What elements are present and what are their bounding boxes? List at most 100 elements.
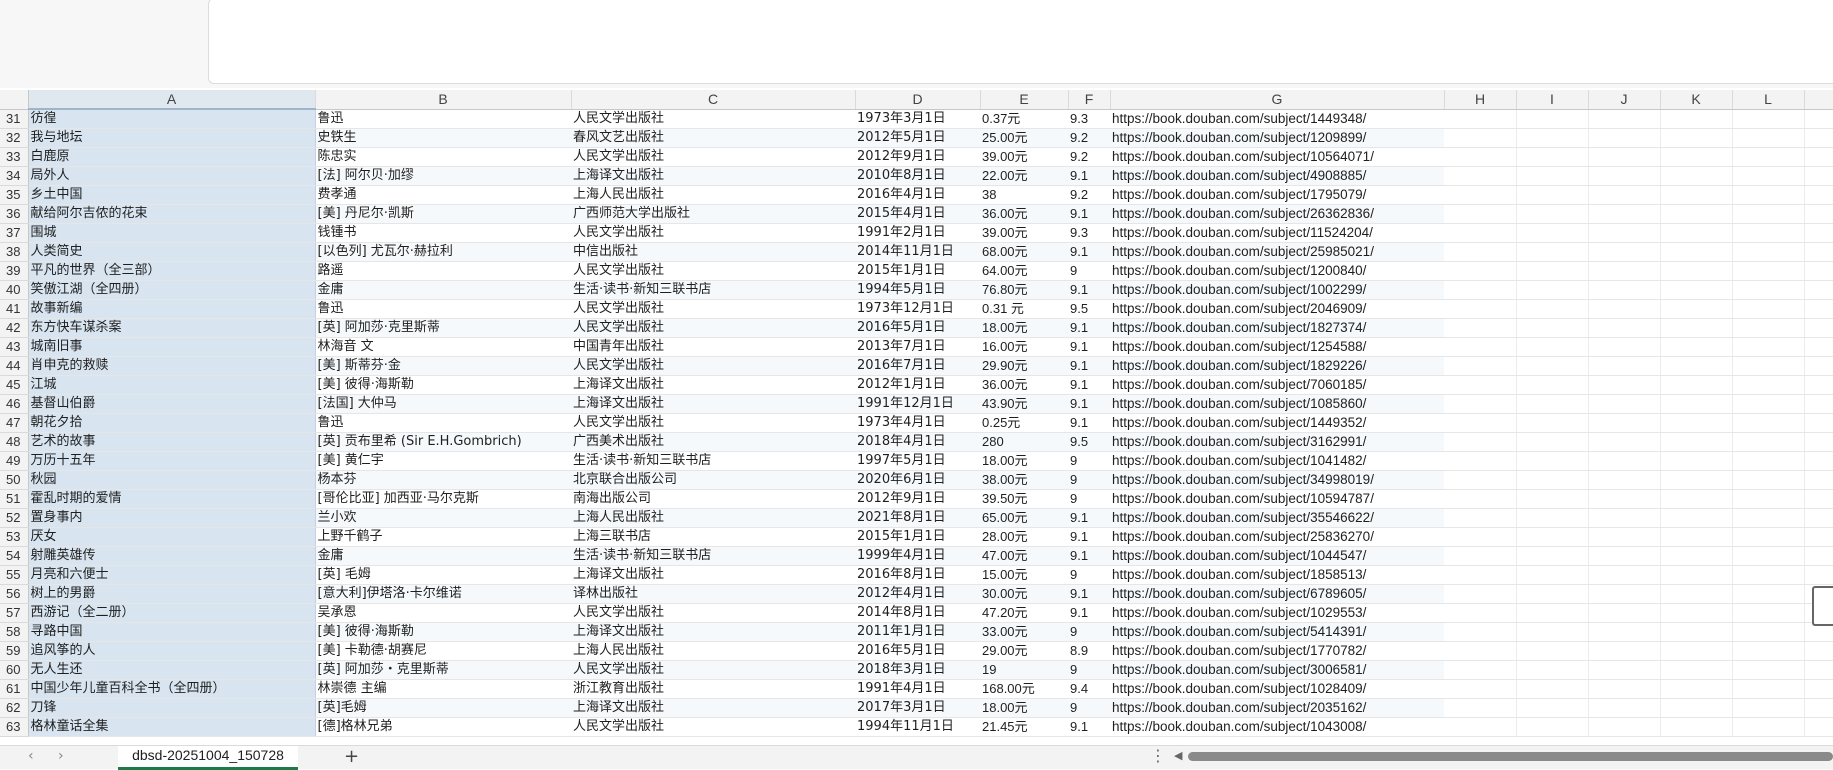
publisher-cell[interactable]: 译林出版社 [571, 584, 855, 604]
empty-cell[interactable] [1516, 413, 1589, 433]
column-header-extra[interactable] [1804, 90, 1833, 110]
row-number[interactable]: 31 [0, 109, 29, 129]
empty-cell[interactable] [1444, 527, 1517, 547]
author-cell[interactable]: [英] 阿加莎・克里斯蒂 [315, 660, 571, 680]
row-number[interactable]: 45 [0, 375, 29, 395]
empty-cell[interactable] [1588, 622, 1661, 642]
empty-cell[interactable] [1516, 299, 1589, 319]
rating-cell[interactable]: 9.2 [1068, 185, 1110, 205]
url-cell[interactable]: https://book.douban.com/subject/1200840/ [1110, 261, 1444, 281]
sheet-tab-active[interactable]: dbsd-20251004_150728 [118, 746, 298, 770]
empty-cell[interactable] [1444, 470, 1517, 490]
empty-cell[interactable] [1444, 356, 1517, 376]
price-cell[interactable]: 39.00元 [980, 147, 1068, 167]
row-number[interactable]: 50 [0, 470, 29, 490]
empty-cell[interactable] [1732, 546, 1805, 566]
url-cell[interactable]: https://book.douban.com/subject/1449352/ [1110, 413, 1444, 433]
author-cell[interactable]: 兰小欢 [315, 508, 571, 528]
author-cell[interactable]: 钱锺书 [315, 223, 571, 243]
empty-cell[interactable] [1588, 394, 1661, 414]
title-cell[interactable]: 围城 [28, 223, 316, 243]
empty-cell[interactable] [1732, 147, 1805, 167]
empty-cell[interactable] [1444, 185, 1517, 205]
url-cell[interactable]: https://book.douban.com/subject/6789605/ [1110, 584, 1444, 604]
empty-cell[interactable] [1444, 128, 1517, 148]
empty-cell[interactable] [1588, 375, 1661, 395]
price-cell[interactable]: 29.00元 [980, 641, 1068, 661]
rating-cell[interactable]: 9 [1068, 261, 1110, 281]
title-cell[interactable]: 刀锋 [28, 698, 316, 718]
empty-cell[interactable] [1444, 622, 1517, 642]
rating-cell[interactable]: 9.4 [1068, 679, 1110, 699]
empty-cell[interactable] [1588, 413, 1661, 433]
empty-cell[interactable] [1804, 698, 1833, 718]
rating-cell[interactable]: 9 [1068, 470, 1110, 490]
url-cell[interactable]: https://book.douban.com/subject/1028409/ [1110, 679, 1444, 699]
more-options-icon[interactable]: ⋮ [1150, 746, 1166, 765]
empty-cell[interactable] [1444, 603, 1517, 623]
url-cell[interactable]: https://book.douban.com/subject/4908885/ [1110, 166, 1444, 186]
title-cell[interactable]: 故事新编 [28, 299, 316, 319]
empty-cell[interactable] [1660, 280, 1733, 300]
column-header-k[interactable]: K [1660, 90, 1733, 110]
empty-cell[interactable] [1660, 546, 1733, 566]
publisher-cell[interactable]: 南海出版公司 [571, 489, 855, 509]
author-cell[interactable]: [意大利]伊塔洛·卡尔维诺 [315, 584, 571, 604]
author-cell[interactable]: [英]毛姆 [315, 698, 571, 718]
price-cell[interactable]: 47.20元 [980, 603, 1068, 623]
author-cell[interactable]: 林海音 文 [315, 337, 571, 357]
empty-cell[interactable] [1516, 432, 1589, 452]
empty-cell[interactable] [1588, 299, 1661, 319]
empty-cell[interactable] [1516, 280, 1589, 300]
title-cell[interactable]: 我与地坛 [28, 128, 316, 148]
date-cell[interactable]: 1991年4月1日 [855, 679, 980, 699]
empty-cell[interactable] [1660, 375, 1733, 395]
column-header-d[interactable]: D [855, 90, 981, 110]
next-sheet-icon[interactable]: › [58, 748, 64, 764]
publisher-cell[interactable]: 人民文学出版社 [571, 147, 855, 167]
price-cell[interactable]: 18.00元 [980, 318, 1068, 338]
empty-cell[interactable] [1804, 318, 1833, 338]
title-cell[interactable]: 献给阿尔吉侬的花束 [28, 204, 316, 224]
date-cell[interactable]: 2020年6月1日 [855, 470, 980, 490]
rating-cell[interactable]: 9 [1068, 660, 1110, 680]
empty-cell[interactable] [1660, 337, 1733, 357]
column-header-h[interactable]: H [1444, 90, 1517, 110]
url-cell[interactable]: https://book.douban.com/subject/2046909/ [1110, 299, 1444, 319]
empty-cell[interactable] [1804, 660, 1833, 680]
author-cell[interactable]: 费孝通 [315, 185, 571, 205]
empty-cell[interactable] [1732, 679, 1805, 699]
empty-cell[interactable] [1516, 546, 1589, 566]
price-cell[interactable]: 0.37元 [980, 109, 1068, 129]
empty-cell[interactable] [1588, 451, 1661, 471]
author-cell[interactable]: [英] 阿加莎·克里斯蒂 [315, 318, 571, 338]
url-cell[interactable]: https://book.douban.com/subject/1449348/ [1110, 109, 1444, 129]
empty-cell[interactable] [1444, 413, 1517, 433]
empty-cell[interactable] [1444, 147, 1517, 167]
date-cell[interactable]: 2012年4月1日 [855, 584, 980, 604]
empty-cell[interactable] [1516, 394, 1589, 414]
url-cell[interactable]: https://book.douban.com/subject/10594787… [1110, 489, 1444, 509]
price-cell[interactable]: 36.00元 [980, 204, 1068, 224]
url-cell[interactable]: https://book.douban.com/subject/2035162/ [1110, 698, 1444, 718]
empty-cell[interactable] [1660, 204, 1733, 224]
rating-cell[interactable]: 9.1 [1068, 242, 1110, 262]
empty-cell[interactable] [1588, 109, 1661, 129]
author-cell[interactable]: [美] 丹尼尔·凯斯 [315, 204, 571, 224]
empty-cell[interactable] [1804, 223, 1833, 243]
empty-cell[interactable] [1588, 641, 1661, 661]
price-cell[interactable]: 36.00元 [980, 375, 1068, 395]
author-cell[interactable]: 吴承恩 [315, 603, 571, 623]
date-cell[interactable]: 2017年3月1日 [855, 698, 980, 718]
url-cell[interactable]: https://book.douban.com/subject/1029553/ [1110, 603, 1444, 623]
date-cell[interactable]: 1991年2月1日 [855, 223, 980, 243]
empty-cell[interactable] [1588, 508, 1661, 528]
date-cell[interactable]: 2011年1月1日 [855, 622, 980, 642]
empty-cell[interactable] [1660, 489, 1733, 509]
column-header-l[interactable]: L [1732, 90, 1805, 110]
formula-bar-input[interactable] [208, 0, 1833, 84]
empty-cell[interactable] [1444, 565, 1517, 585]
title-cell[interactable]: 万历十五年 [28, 451, 316, 471]
rating-cell[interactable]: 9.1 [1068, 166, 1110, 186]
row-number[interactable]: 58 [0, 622, 29, 642]
